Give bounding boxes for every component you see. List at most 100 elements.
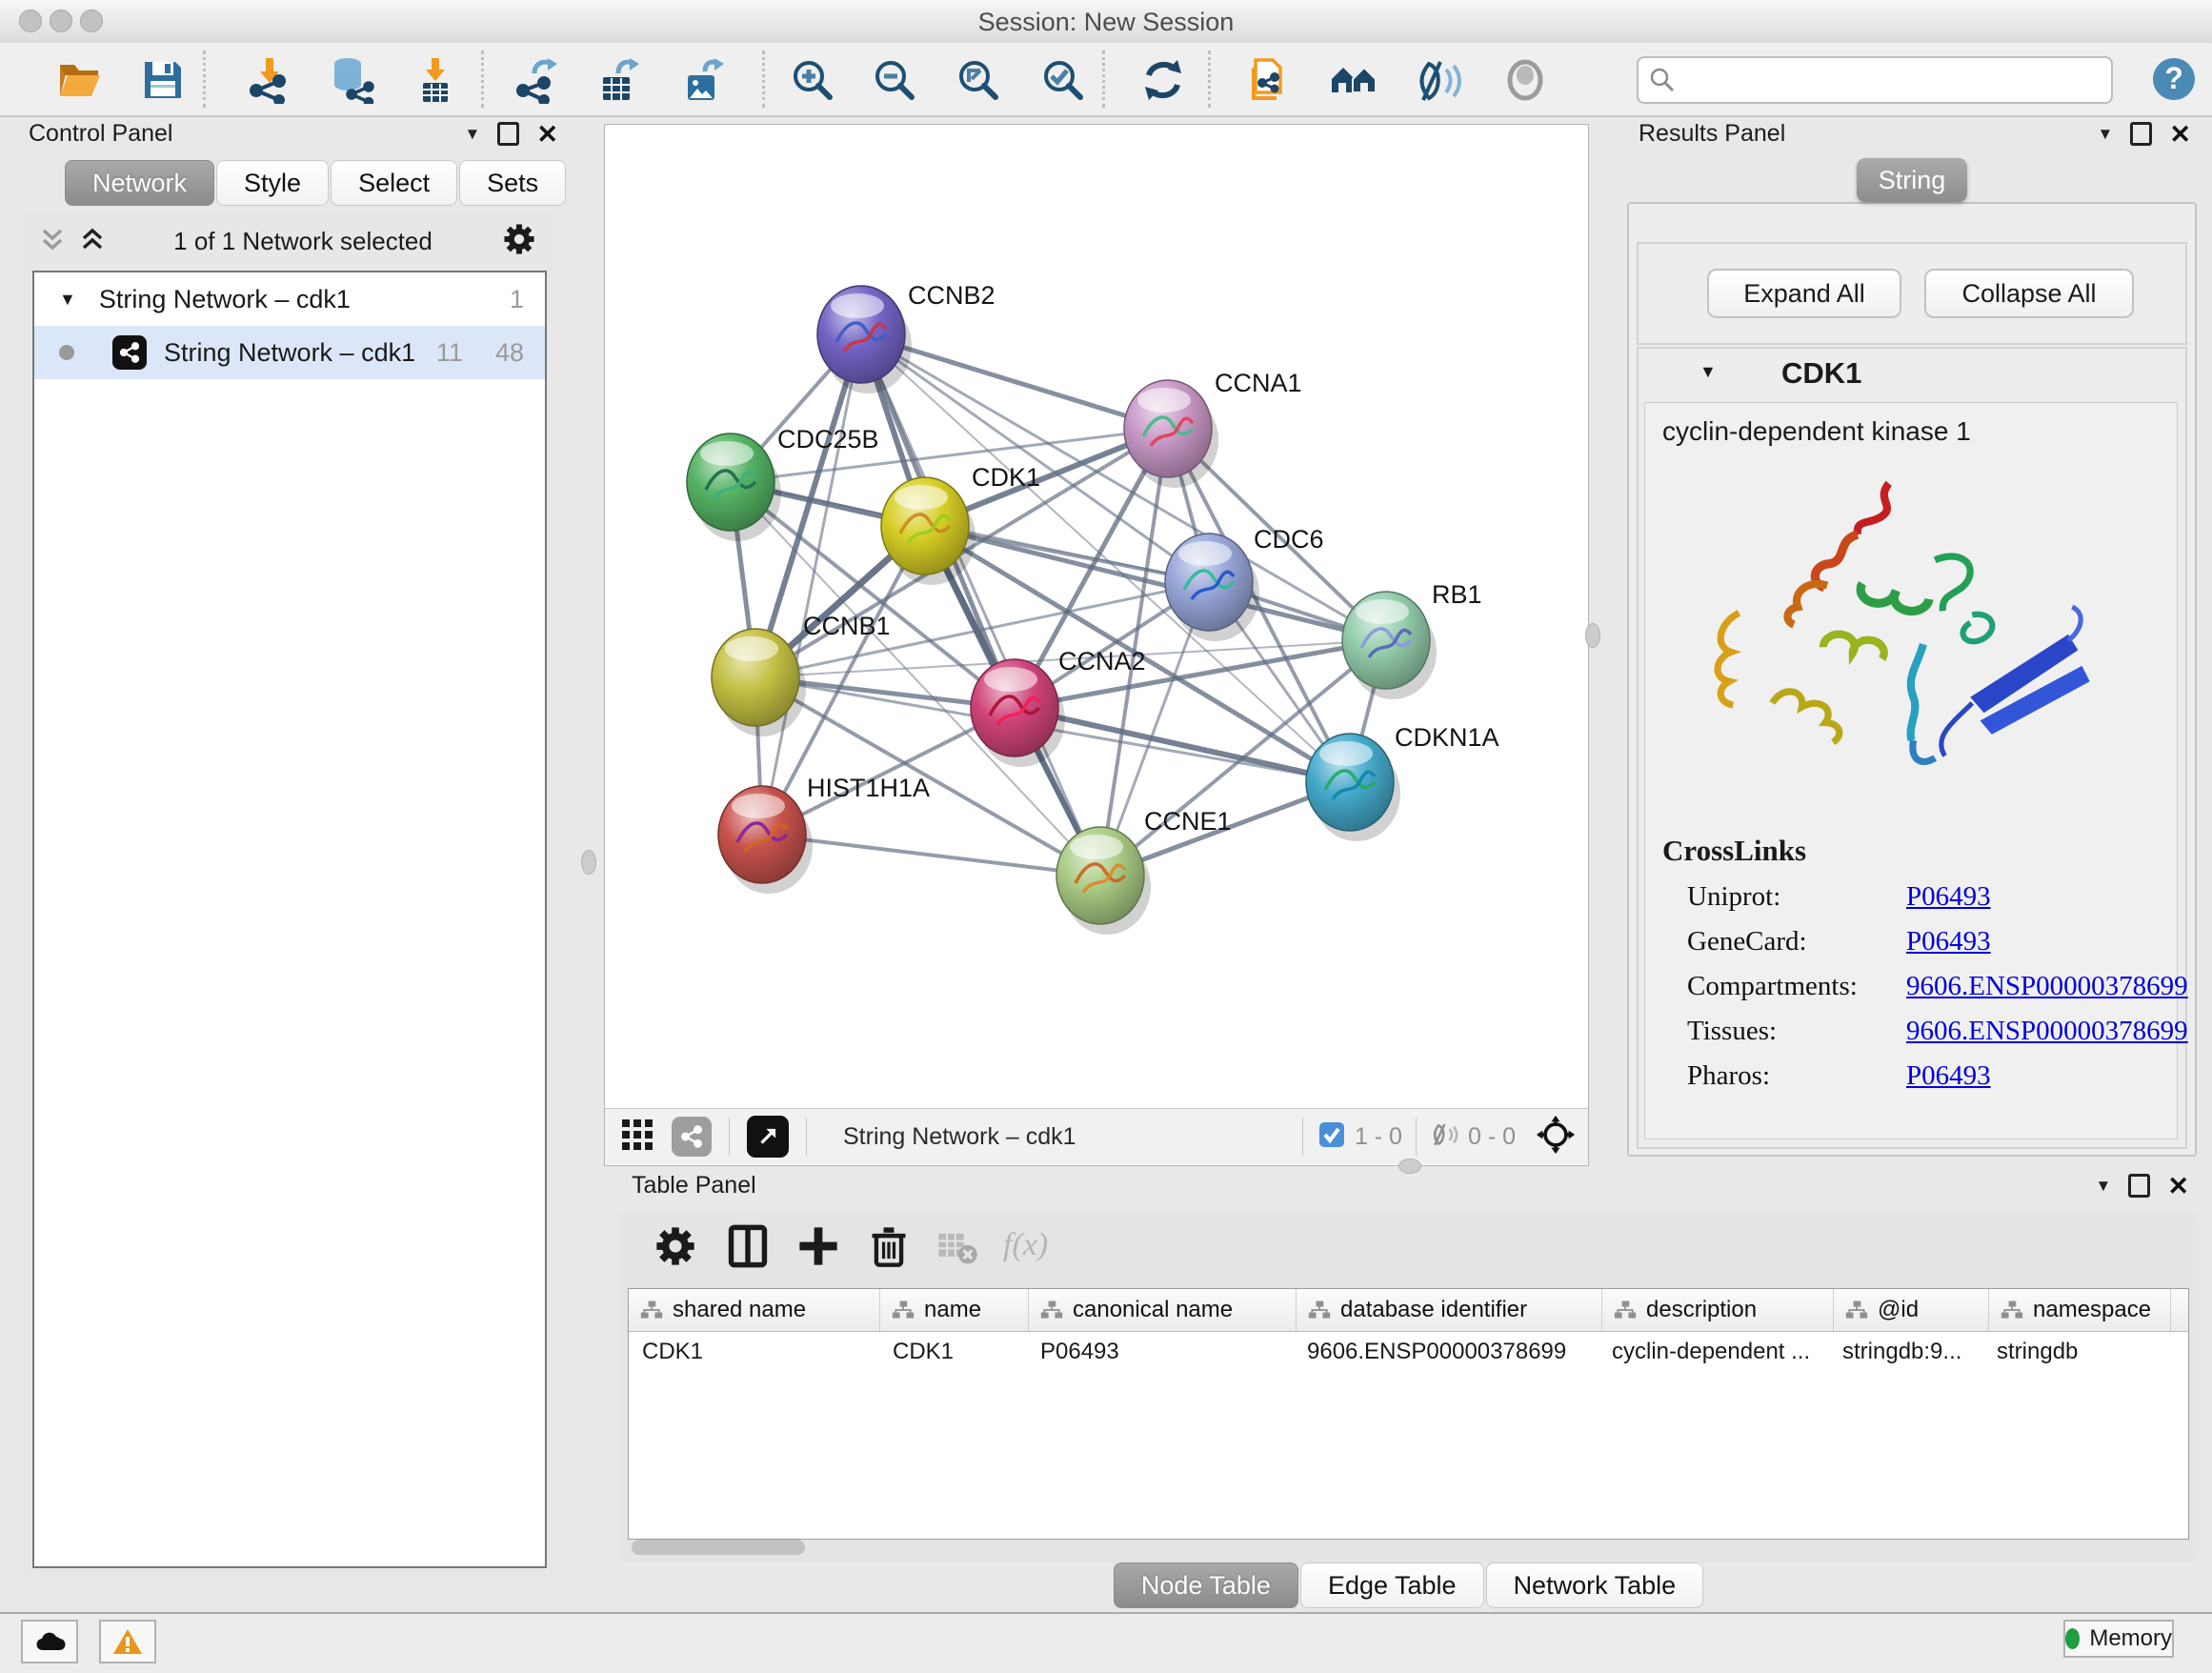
network-node-RB1[interactable]: RB1	[1342, 580, 1482, 699]
tab-sets[interactable]: Sets	[459, 160, 566, 206]
tab-network[interactable]: Network	[65, 160, 214, 206]
export-image-icon[interactable]	[680, 56, 728, 104]
crosslink-link[interactable]: P06493	[1906, 881, 1991, 913]
right-splitter-handle[interactable]	[1585, 623, 1600, 648]
panel-collapse-icon[interactable]: ▼	[465, 125, 481, 144]
tab-select[interactable]: Select	[331, 160, 457, 206]
network-node-CCNE1[interactable]: CCNE1	[1056, 807, 1232, 935]
tab-node-table[interactable]: Node Table	[1114, 1562, 1298, 1608]
import-network-file-icon[interactable]	[247, 56, 294, 104]
panel-close-icon[interactable]: ✕	[2167, 1177, 2189, 1196]
column-header-canonical-name[interactable]: canonical name	[1029, 1289, 1297, 1331]
table-header-row: shared namenamecanonical namedatabase id…	[629, 1289, 2188, 1332]
table-cell[interactable]: 9606.ENSP00000378699	[1294, 1339, 1599, 1365]
zoom-out-icon[interactable]	[871, 56, 918, 104]
crosslink-link[interactable]: P06493	[1906, 926, 1991, 957]
fit-content-icon[interactable]	[1537, 1116, 1575, 1159]
table-cell[interactable]: stringdb:9...	[1829, 1339, 1983, 1365]
cloud-status-button[interactable]	[21, 1620, 78, 1663]
export-table-icon[interactable]	[595, 56, 643, 104]
collection-expand-icon[interactable]: ▼	[59, 290, 76, 310]
network-node-HIST1H1A[interactable]: HIST1H1A	[718, 774, 930, 894]
table-cell[interactable]: stringdb	[1983, 1339, 2164, 1365]
grid-view-icon[interactable]	[620, 1118, 654, 1157]
network-status-dot	[59, 345, 74, 360]
search-input[interactable]	[1684, 66, 2111, 94]
panel-close-icon[interactable]: ✕	[2169, 125, 2191, 144]
network-svg[interactable]: CCNB2CCNA1CDC25BCDK1CDC6RB1CCNB1CCNA2CDK…	[605, 125, 1588, 1108]
zoom-fit-icon[interactable]	[955, 56, 1002, 104]
share-view-icon[interactable]	[672, 1117, 712, 1157]
zoom-in-icon[interactable]	[789, 56, 836, 104]
expand-collapse-bar: Expand All Collapse All	[1637, 242, 2187, 345]
panel-close-icon[interactable]: ✕	[536, 125, 558, 144]
zoom-selected-icon[interactable]	[1039, 56, 1087, 104]
import-network-database-icon[interactable]	[327, 56, 374, 104]
tab-string[interactable]: String	[1857, 158, 1967, 202]
expand-all-button[interactable]: Expand All	[1707, 269, 1901, 318]
table-cell[interactable]: P06493	[1027, 1339, 1294, 1365]
node-table[interactable]: shared namenamecanonical namedatabase id…	[628, 1288, 2189, 1540]
expand-all-networks-icon[interactable]	[80, 225, 105, 258]
network-row[interactable]: String Network – cdk1 11 48	[34, 326, 545, 379]
panel-float-icon[interactable]	[2130, 122, 2152, 146]
network-node-CDC6[interactable]: CDC6	[1165, 525, 1324, 641]
network-view[interactable]: CCNB2CCNA1CDC25BCDK1CDC6RB1CCNB1CCNA2CDK…	[604, 124, 1589, 1166]
hide-glasses-icon[interactable]	[1416, 56, 1463, 104]
collapse-all-networks-icon[interactable]	[40, 225, 65, 258]
string-import-icon[interactable]	[1244, 56, 1292, 104]
column-header-namespace[interactable]: namespace	[1989, 1289, 2171, 1331]
panel-collapse-icon[interactable]: ▼	[2098, 125, 2114, 144]
tab-edge-table[interactable]: Edge Table	[1300, 1562, 1484, 1608]
network-node-CDK1[interactable]: CDK1	[881, 463, 1040, 585]
delete-table-icon	[935, 1223, 980, 1269]
column-header-name[interactable]: name	[880, 1289, 1029, 1331]
network-node-CDKN1A[interactable]: CDKN1A	[1306, 723, 1499, 841]
table-cell[interactable]: CDK1	[629, 1339, 879, 1365]
delete-column-icon[interactable]	[866, 1223, 912, 1269]
table-gear-icon[interactable]	[653, 1223, 698, 1269]
refresh-icon[interactable]	[1139, 56, 1187, 104]
network-view-title: String Network – cdk1	[843, 1123, 1076, 1151]
horizontal-scrollbar[interactable]	[632, 1540, 805, 1555]
warning-status-button[interactable]	[99, 1620, 156, 1663]
crosslink-link[interactable]: 9606.ENSP00000378699	[1906, 1016, 2188, 1047]
table-panel-title: Table Panel	[632, 1172, 756, 1199]
help-icon[interactable]: ?	[2151, 56, 2197, 102]
birdseye-view-icon[interactable]	[747, 1116, 789, 1158]
table-row[interactable]: CDK1CDK1P064939606.ENSP00000378699cyclin…	[629, 1332, 2188, 1372]
tab-style[interactable]: Style	[216, 160, 329, 206]
show-eye-icon[interactable]	[1501, 56, 1549, 104]
column-header-shared-name[interactable]: shared name	[629, 1289, 880, 1331]
import-table-icon[interactable]	[412, 56, 459, 104]
search-box[interactable]	[1637, 56, 2113, 104]
crosslink-link[interactable]: P06493	[1906, 1060, 1991, 1092]
memory-status-dot	[2065, 1628, 2080, 1649]
open-session-icon[interactable]	[55, 56, 103, 104]
table-cell[interactable]: cyclin-dependent ...	[1599, 1339, 1829, 1365]
panel-collapse-icon[interactable]: ▼	[2096, 1177, 2112, 1196]
network-options-gear-icon[interactable]	[501, 221, 537, 262]
export-network-icon[interactable]	[513, 56, 561, 104]
network-node-CCNB1[interactable]: CCNB1	[712, 612, 891, 736]
selected-checkbox-icon[interactable]	[1318, 1121, 1345, 1153]
left-splitter-handle[interactable]	[581, 850, 596, 875]
add-column-icon[interactable]	[795, 1223, 841, 1269]
panel-float-icon[interactable]	[497, 122, 519, 146]
table-cell[interactable]: CDK1	[879, 1339, 1027, 1365]
collapse-all-button[interactable]: Collapse All	[1924, 269, 2134, 318]
tab-network-table[interactable]: Network Table	[1486, 1562, 1704, 1608]
crosslink-link[interactable]: 9606.ENSP00000378699	[1906, 971, 2188, 1002]
save-session-icon[interactable]	[139, 56, 187, 104]
show-columns-icon[interactable]	[725, 1223, 771, 1269]
memory-button[interactable]: Memory	[2063, 1620, 2174, 1658]
panel-float-icon[interactable]	[2128, 1174, 2150, 1198]
column-header-description[interactable]: description	[1602, 1289, 1834, 1331]
column-header-@id[interactable]: @id	[1834, 1289, 1989, 1331]
column-header-database-identifier[interactable]: database identifier	[1297, 1289, 1602, 1331]
home-layout-icon[interactable]	[1330, 56, 1377, 104]
crosslink-label: GeneCard:	[1687, 926, 1906, 957]
title-bar: Session: New Session	[0, 0, 2212, 44]
network-collection-row[interactable]: ▼ String Network – cdk1 1	[34, 272, 545, 326]
section-collapse-icon[interactable]: ▼	[1699, 362, 1717, 382]
